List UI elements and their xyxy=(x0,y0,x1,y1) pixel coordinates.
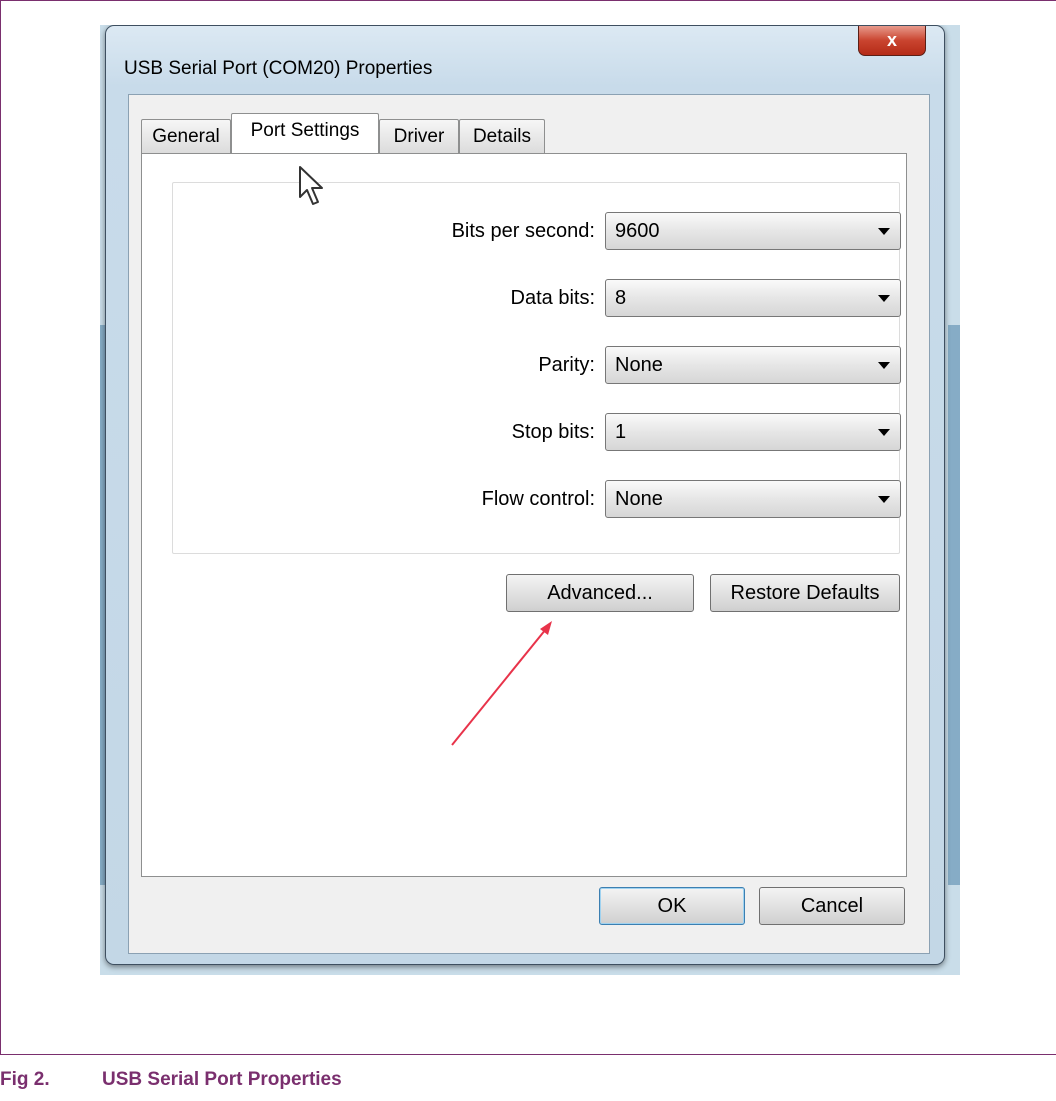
desktop-background xyxy=(948,325,960,885)
cancel-button[interactable]: Cancel xyxy=(759,887,905,925)
select-value: 1 xyxy=(615,420,627,443)
settings-group: Bits per second: 9600 Data bits: 8 Parit… xyxy=(172,182,901,554)
figure-title: USB Serial Port Properties xyxy=(102,1069,342,1090)
chevron-down-icon xyxy=(878,429,890,436)
frame-top-rule xyxy=(0,0,1056,1)
chevron-down-icon xyxy=(878,362,890,369)
port-settings-panel: Bits per second: 9600 Data bits: 8 Parit… xyxy=(141,153,907,877)
flow-control-label: Flow control: xyxy=(481,488,595,510)
tab-driver[interactable]: Driver xyxy=(379,119,459,153)
tab-label: Driver xyxy=(393,125,445,147)
tab-label: Port Settings xyxy=(250,120,360,141)
parity-select[interactable]: None xyxy=(605,346,901,384)
window-title: USB Serial Port (COM20) Properties xyxy=(124,58,433,79)
stop-bits-label: Stop bits: xyxy=(511,421,595,443)
frame-left-rule xyxy=(0,0,1,1055)
bits-per-second-label: Bits per second: xyxy=(451,220,595,242)
select-value: 9600 xyxy=(615,219,660,242)
select-value: None xyxy=(615,353,663,376)
bits-per-second-select[interactable]: 9600 xyxy=(605,212,901,250)
chevron-down-icon xyxy=(878,295,890,302)
parity-label: Parity: xyxy=(538,354,595,376)
chevron-down-icon xyxy=(878,496,890,503)
chevron-down-icon xyxy=(878,228,890,235)
figure-caption: Fig 2. USB Serial Port Properties xyxy=(0,1069,342,1091)
flow-control-select[interactable]: None xyxy=(605,480,901,518)
tab-label: General xyxy=(152,125,220,147)
advanced-button[interactable]: Advanced... xyxy=(506,574,694,612)
data-bits-select[interactable]: 8 xyxy=(605,279,901,317)
properties-dialog: USB Serial Port (COM20) Properties x Gen… xyxy=(105,25,945,965)
select-value: 8 xyxy=(615,286,627,309)
tab-label: Details xyxy=(472,125,532,147)
tab-general[interactable]: General xyxy=(141,119,231,153)
select-value: None xyxy=(615,487,663,510)
data-bits-label: Data bits: xyxy=(510,287,595,309)
ok-button[interactable]: OK xyxy=(599,887,745,925)
close-icon: x xyxy=(886,30,897,50)
figure-number: Fig 2. xyxy=(0,1069,50,1090)
annotation-arrow-icon xyxy=(451,621,552,746)
mouse-pointer-icon xyxy=(299,166,323,205)
dialog-client: General Port Settings Driver Details Bit… xyxy=(128,94,930,954)
frame-bottom-rule xyxy=(0,1054,1056,1055)
screenshot: USB Serial Port (COM20) Properties x Gen… xyxy=(100,25,960,975)
restore-defaults-button[interactable]: Restore Defaults xyxy=(710,574,900,612)
close-button[interactable]: x xyxy=(858,26,926,56)
stop-bits-select[interactable]: 1 xyxy=(605,413,901,451)
tab-port-settings[interactable]: Port Settings xyxy=(231,113,379,153)
tab-details[interactable]: Details xyxy=(459,119,545,153)
